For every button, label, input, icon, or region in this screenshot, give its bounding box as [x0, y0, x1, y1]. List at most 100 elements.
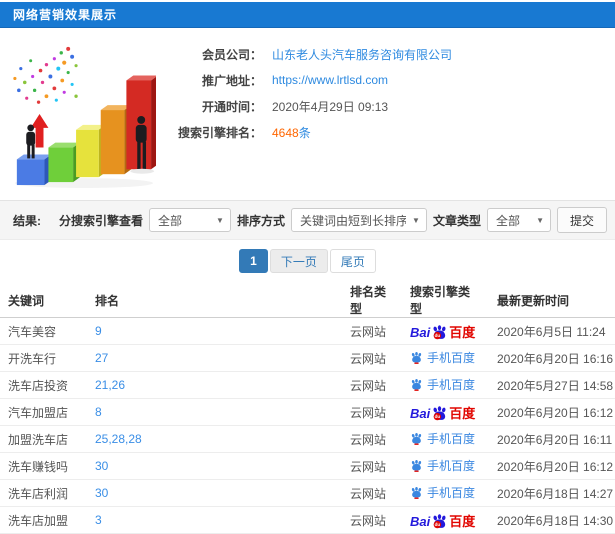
baidu-paw-icon: du — [433, 514, 446, 529]
article-type-value: 全部 — [495, 213, 520, 228]
baidu-logo-cn: 百度 — [449, 406, 476, 421]
rank-cell: 25,28,28 — [87, 425, 342, 453]
rank-cell: 9 — [87, 317, 342, 345]
table-row: 汽车加盟店 8 云网站 Bai du 百度 2020年6月20日 16:12 — [0, 398, 615, 426]
mobile-baidu-badge: 手机百度 — [410, 349, 475, 366]
updated-cell: 2020年6月20日 16:16 — [489, 344, 615, 372]
engine-filter-value: 全部 — [157, 213, 182, 228]
rank-cell: 27 — [87, 344, 342, 372]
mobile-baidu-paw-icon — [411, 351, 422, 364]
table-row: 洗车店投资 21,26 云网站 手机百度 2020年5月27日 14:58 — [0, 371, 615, 399]
rank-link[interactable]: 3 — [95, 513, 102, 527]
updated-cell: 2020年5月27日 14:58 — [489, 371, 615, 399]
article-type-label: 文章类型 — [432, 213, 481, 228]
keyword-cell: 加盟洗车店 — [0, 425, 87, 453]
svg-text:du: du — [435, 333, 441, 338]
rank-count: 4648 — [272, 125, 299, 140]
next-page-button[interactable]: 下一页 — [269, 249, 328, 273]
rank-type-cell: 云网站 — [342, 371, 402, 399]
chevron-down-icon: ▼ — [536, 215, 544, 225]
filters-group: 分搜索引擎查看 全部 ▼ 排序方式 关键词由短到长排序 ▼ 文章类型 全部 ▼ … — [59, 207, 607, 233]
results-label: 结果: — [13, 213, 41, 228]
rank-link[interactable]: 27 — [95, 351, 108, 365]
engine-filter-select[interactable]: 全部 ▼ — [148, 208, 231, 232]
keyword-cell: 洗车店投资 — [0, 371, 87, 399]
col-header-rank-type: 排名类型 — [342, 283, 402, 318]
last-page-button[interactable]: 尾页 — [329, 249, 376, 273]
chevron-down-icon: ▼ — [216, 215, 224, 225]
rank-count-unit: 条 — [298, 125, 311, 140]
updated-cell: 2020年6月20日 16:11 — [489, 425, 615, 453]
rank-link[interactable]: 30 — [95, 486, 108, 500]
engine-rank-row: 搜索引擎排名： 4648条 — [168, 119, 605, 145]
sort-select[interactable]: 关键词由短到长排序 ▼ — [290, 208, 427, 232]
baidu-logo-bai: Bai — [410, 406, 431, 421]
promo-url-link[interactable]: https://www.lrtlsd.com — [272, 73, 388, 87]
engine-rank-label: 搜索引擎排名： — [177, 125, 262, 140]
sort-value: 关键词由短到长排序 — [299, 213, 407, 228]
baidu-logo-bai: Bai — [410, 325, 431, 340]
rank-type-cell: 云网站 — [342, 398, 402, 426]
company-label: 会员公司： — [201, 47, 262, 62]
engine-cell: 手机百度 — [402, 344, 489, 372]
col-header-engine-type: 搜索引擎类型 — [402, 283, 489, 318]
results-filter-bar: 结果: 分搜索引擎查看 全部 ▼ 排序方式 关键词由短到长排序 ▼ 文章类型 全… — [0, 200, 615, 240]
mobile-baidu-paw-icon — [411, 459, 422, 472]
businessman-left — [26, 124, 36, 159]
engine-cell: 手机百度 — [402, 479, 489, 507]
baidu-paw-icon: du — [433, 325, 446, 340]
updated-cell: 2020年6月20日 16:12 — [489, 398, 615, 426]
rank-type-cell: 云网站 — [342, 452, 402, 480]
sort-label: 排序方式 — [236, 213, 285, 228]
baidu-logo-cn: 百度 — [449, 325, 476, 340]
mobile-baidu-badge: 手机百度 — [410, 376, 475, 393]
member-info-section: 会员公司： 山东老人头汽车服务咨询有限公司 推广地址： https://www.… — [0, 28, 615, 191]
mobile-baidu-label: 手机百度 — [427, 486, 476, 500]
member-info-list: 会员公司： 山东老人头汽车服务咨询有限公司 推广地址： https://www.… — [168, 39, 605, 145]
page-title: 网络营销效果展示 — [13, 8, 118, 22]
mobile-baidu-badge: 手机百度 — [410, 430, 475, 447]
keyword-cell: 开洗车行 — [0, 344, 87, 372]
company-link[interactable]: 山东老人头汽车服务咨询有限公司 — [272, 46, 452, 63]
keyword-cell: 洗车店加盟 — [0, 506, 87, 534]
rank-type-cell: 云网站 — [342, 344, 402, 372]
updated-cell: 2020年6月20日 16:12 — [489, 452, 615, 480]
promo-url-row: 推广地址： https://www.lrtlsd.com — [168, 67, 605, 93]
engine-cell: 手机百度 — [402, 371, 489, 399]
mobile-baidu-paw-icon — [411, 378, 422, 391]
results-table-wrap: 关键词 排名 排名类型 搜索引擎类型 最新更新时间 汽车美容 9 云网站 Bai — [0, 283, 615, 534]
submit-button[interactable]: 提交 — [556, 207, 607, 233]
rank-type-cell: 云网站 — [342, 479, 402, 507]
rank-link[interactable]: 30 — [95, 459, 108, 473]
rank-cell: 8 — [87, 398, 342, 426]
table-row: 汽车美容 9 云网站 Bai du 百度 2020年6月5日 11:24 — [0, 317, 615, 345]
updated-cell: 2020年6月18日 14:27 — [489, 479, 615, 507]
svg-text:du: du — [435, 414, 441, 419]
rank-cell: 30 — [87, 479, 342, 507]
results-table: 关键词 排名 排名类型 搜索引擎类型 最新更新时间 汽车美容 9 云网站 Bai — [0, 283, 615, 534]
col-header-rank: 排名 — [87, 283, 342, 318]
mobile-baidu-label: 手机百度 — [427, 459, 476, 473]
article-type-select[interactable]: 全部 ▼ — [486, 208, 551, 232]
open-time-value: 2020年4月29日 09:13 — [272, 99, 389, 114]
bar-green — [48, 142, 81, 183]
rank-link[interactable]: 25,28,28 — [95, 432, 142, 446]
rank-link[interactable]: 9 — [95, 324, 102, 338]
bar-blue — [16, 154, 52, 186]
page-button-current[interactable]: 1 — [239, 249, 268, 273]
rank-link[interactable]: 21,26 — [95, 378, 125, 392]
updated-cell: 2020年6月5日 11:24 — [489, 317, 615, 345]
mobile-baidu-paw-icon — [411, 432, 422, 445]
keyword-cell: 洗车店利润 — [0, 479, 87, 507]
mobile-baidu-paw-icon — [411, 486, 422, 499]
table-row: 加盟洗车店 25,28,28 云网站 手机百度 2020年6月20日 16:11 — [0, 425, 615, 453]
pagination: 1 下一页 尾页 — [0, 249, 615, 273]
baidu-paw-icon: du — [433, 406, 446, 421]
baidu-logo: Bai du 百度 — [410, 403, 476, 421]
rank-link[interactable]: 8 — [95, 405, 102, 419]
results-table-body: 汽车美容 9 云网站 Bai du 百度 2020年6月5日 11:24 开洗车… — [0, 317, 615, 534]
svg-text:du: du — [435, 522, 441, 527]
rank-cell: 30 — [87, 452, 342, 480]
engine-cell: 手机百度 — [402, 425, 489, 453]
col-header-updated: 最新更新时间 — [489, 283, 615, 318]
